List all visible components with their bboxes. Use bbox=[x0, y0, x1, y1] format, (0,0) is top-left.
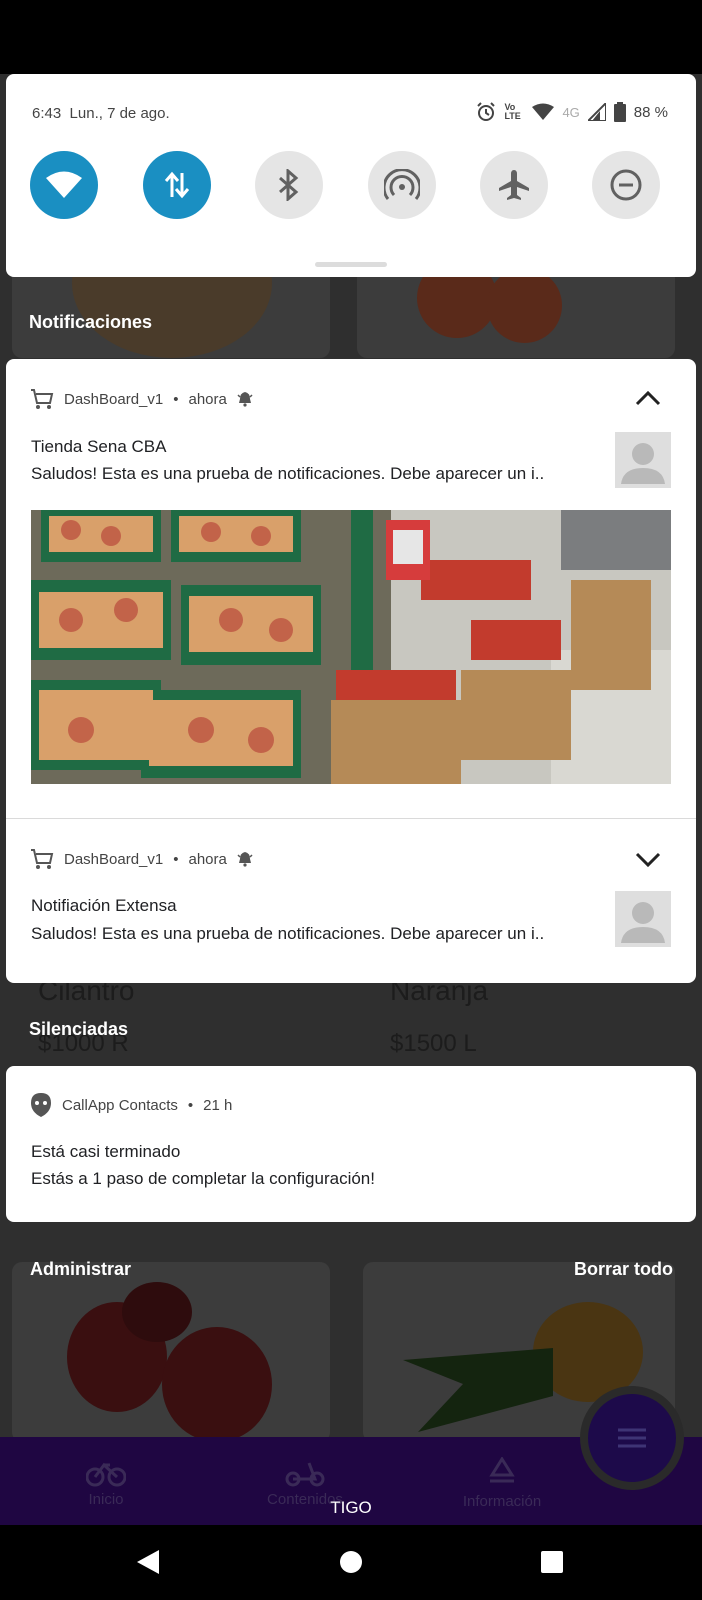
volte-indicator: Vo LTE bbox=[504, 102, 521, 121]
notification-group: DashBoard_v1 • ahora Tienda Sena CBA Sal… bbox=[6, 359, 696, 983]
clock: 6:43 bbox=[32, 105, 62, 122]
list-icon bbox=[618, 1428, 646, 1448]
apple-image bbox=[122, 1282, 192, 1342]
recycle-icon bbox=[489, 1457, 515, 1483]
silenced-heading: Silenciadas bbox=[29, 1019, 129, 1039]
drag-handle[interactable] bbox=[315, 262, 387, 267]
date: Lun., 7 de ago. bbox=[69, 105, 170, 122]
recents-icon[interactable] bbox=[540, 1550, 564, 1574]
separator: • bbox=[173, 850, 179, 868]
shopping-cart-icon bbox=[31, 849, 54, 869]
shopping-cart-icon bbox=[31, 389, 54, 409]
manage-button[interactable]: Administrar bbox=[30, 1259, 131, 1280]
airplane-icon bbox=[499, 170, 529, 200]
silenced-notification[interactable]: CallApp Contacts • 21 h Está casi termin… bbox=[6, 1066, 696, 1222]
apple-image bbox=[162, 1327, 272, 1442]
notification-time: ahora bbox=[188, 850, 227, 868]
hotspot-toggle[interactable] bbox=[368, 151, 436, 219]
mobile-data-toggle[interactable] bbox=[143, 151, 211, 219]
clear-all-button[interactable]: Borrar todo bbox=[574, 1259, 673, 1280]
do-not-disturb-toggle[interactable] bbox=[592, 151, 660, 219]
hotspot-icon bbox=[384, 169, 420, 200]
expand-chevron-icon[interactable] bbox=[634, 845, 662, 873]
app-name: DashBoard_v1 bbox=[64, 390, 164, 408]
alarm-icon bbox=[477, 102, 496, 121]
wifi-icon bbox=[46, 171, 82, 198]
wifi-signal-icon bbox=[532, 103, 555, 120]
avatar bbox=[615, 891, 671, 947]
person-placeholder-icon bbox=[621, 443, 665, 484]
notification-text: Saludos! Esta es una prueba de notificac… bbox=[31, 924, 545, 943]
back-icon[interactable] bbox=[135, 1548, 161, 1576]
notification-title: Está casi terminado bbox=[31, 1142, 181, 1161]
notification-header: CallApp Contacts • 21 h bbox=[30, 1092, 232, 1118]
person-placeholder-icon bbox=[621, 902, 665, 943]
notification-header: DashBoard_v1 • ahora bbox=[30, 847, 253, 871]
app-name: CallApp Contacts bbox=[62, 1096, 178, 1114]
airplane-mode-toggle[interactable] bbox=[480, 151, 548, 219]
avatar bbox=[615, 432, 671, 488]
app-name: DashBoard_v1 bbox=[64, 850, 164, 868]
notifications-heading: Notificaciones bbox=[29, 312, 153, 332]
scooter-icon bbox=[285, 1462, 325, 1487]
notification-text: Saludos! Esta es una prueba de notificac… bbox=[31, 464, 545, 483]
bicycle-icon bbox=[86, 1462, 126, 1487]
tomato-image bbox=[487, 268, 562, 343]
cell-signal-icon bbox=[587, 103, 606, 121]
carrier-name: TIGO bbox=[330, 1498, 372, 1517]
product-card bbox=[357, 268, 675, 358]
alert-bell-icon bbox=[237, 392, 253, 407]
menu-fab[interactable] bbox=[588, 1394, 676, 1482]
alert-bell-icon bbox=[237, 852, 253, 867]
battery-level: 88 % bbox=[633, 103, 668, 121]
quick-settings-panel: 6:43 Lun., 7 de ago. Vo LTE 4G 88 % bbox=[6, 74, 696, 277]
callapp-icon bbox=[31, 1093, 51, 1117]
collapse-chevron-icon[interactable] bbox=[634, 385, 662, 413]
notification-title: Notifiación Extensa bbox=[31, 896, 177, 915]
home-icon[interactable] bbox=[339, 1550, 363, 1574]
produce-market-image bbox=[31, 510, 671, 784]
status-bar-background bbox=[0, 0, 702, 74]
system-navigation-bar bbox=[0, 1525, 702, 1600]
notification-text: Estás a 1 paso de completar la configura… bbox=[31, 1169, 375, 1188]
product-card bbox=[12, 1262, 330, 1442]
notification-big-picture bbox=[31, 510, 671, 784]
notification-title: Tienda Sena CBA bbox=[31, 437, 167, 456]
do-not-disturb-icon bbox=[610, 169, 642, 201]
divider bbox=[6, 818, 696, 819]
network-type: 4G bbox=[562, 104, 580, 120]
notification-time: ahora bbox=[188, 390, 227, 408]
notification-time: 21 h bbox=[203, 1096, 233, 1114]
bluetooth-icon bbox=[279, 169, 299, 201]
wifi-toggle[interactable] bbox=[30, 151, 98, 219]
tomato-image bbox=[417, 268, 497, 338]
product-price: $1500 L bbox=[390, 1030, 477, 1057]
battery-icon bbox=[613, 102, 626, 122]
status-icons: Vo LTE 4G 88 % bbox=[476, 102, 668, 122]
separator: • bbox=[173, 390, 179, 408]
bluetooth-toggle[interactable] bbox=[255, 151, 323, 219]
data-arrows-icon bbox=[164, 171, 190, 199]
clock-date: 6:43 Lun., 7 de ago. bbox=[32, 105, 170, 122]
pineapple-leaves bbox=[403, 1348, 553, 1432]
notification-header: DashBoard_v1 • ahora bbox=[30, 387, 253, 411]
separator: • bbox=[187, 1096, 194, 1114]
